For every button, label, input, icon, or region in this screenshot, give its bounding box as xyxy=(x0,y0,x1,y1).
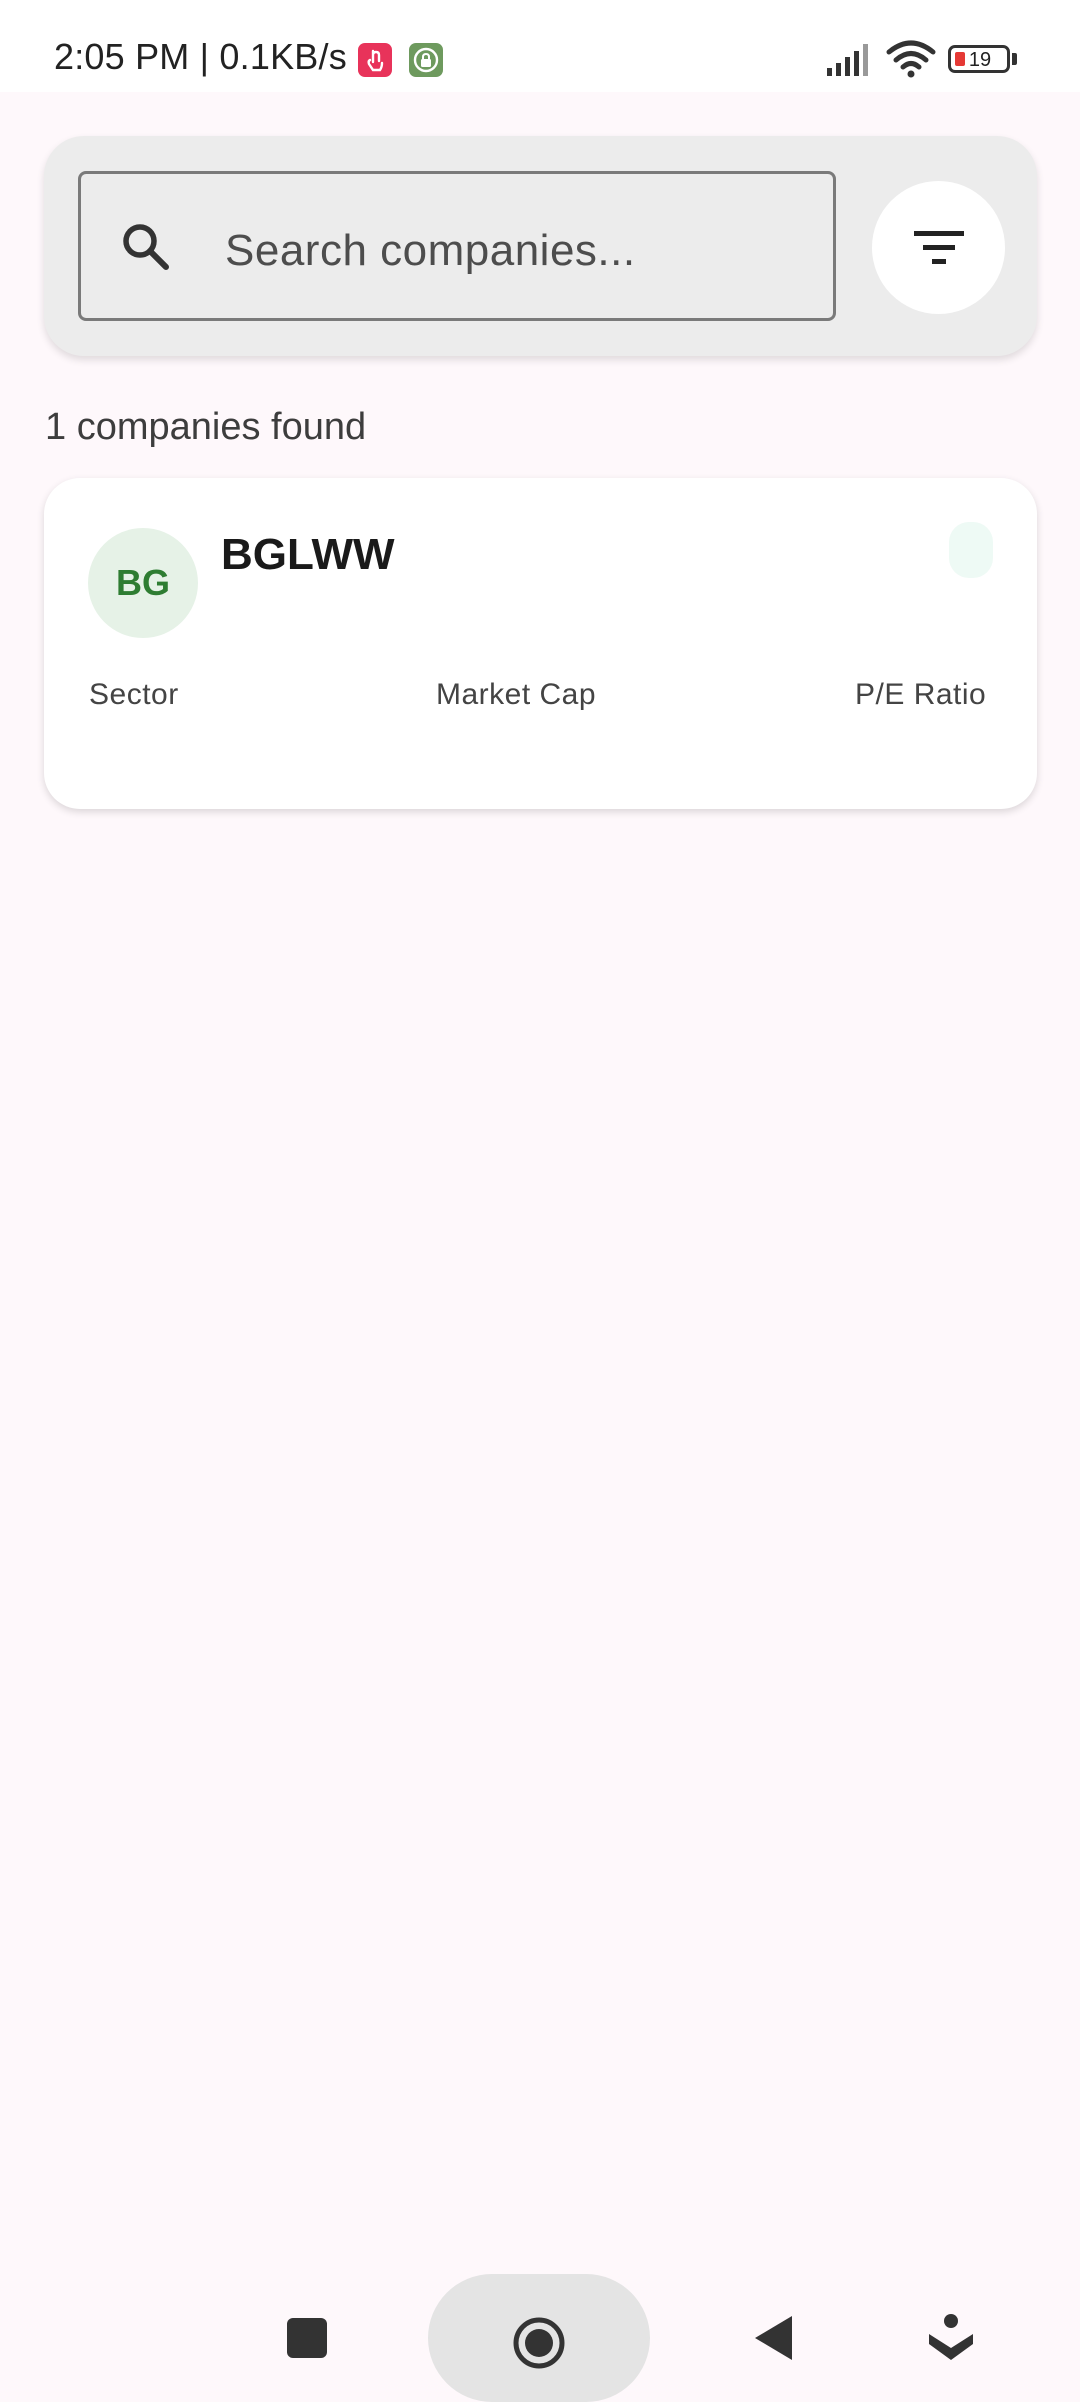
avatar-initials: BG xyxy=(116,562,170,603)
search-icon xyxy=(123,224,169,270)
status-time: 2:05 PM | 0.1KB/s xyxy=(54,36,347,77)
results-count: 1 companies found xyxy=(45,406,367,448)
filter-button[interactable] xyxy=(872,181,1005,314)
change-badge xyxy=(949,522,993,578)
touch-app-icon xyxy=(358,43,392,77)
assistant-icon[interactable] xyxy=(926,2312,976,2362)
home-circle-icon[interactable] xyxy=(512,2316,566,2370)
system-nav-bar xyxy=(0,2260,1080,2402)
back-triangle-icon[interactable] xyxy=(752,2314,796,2362)
search-panel: Search companies... xyxy=(44,136,1037,356)
search-input[interactable]: Search companies... xyxy=(78,171,836,321)
battery-percent: 19 xyxy=(968,49,992,71)
sector-label: Sector xyxy=(89,678,179,711)
search-placeholder: Search companies... xyxy=(225,226,636,275)
status-bar: 2:05 PM | 0.1KB/s 19 xyxy=(0,0,1080,92)
company-avatar: BG xyxy=(88,528,198,638)
signal-icon xyxy=(827,44,868,76)
square-icon[interactable] xyxy=(286,2317,328,2359)
company-card[interactable]: BG BGLWW Sector Market Cap P/E Ratio xyxy=(44,478,1037,809)
filter-icon xyxy=(914,231,964,264)
company-name: BGLWW xyxy=(221,530,395,579)
wifi-icon xyxy=(886,40,936,78)
pe-ratio-label: P/E Ratio xyxy=(855,678,987,711)
lock-app-icon xyxy=(409,43,443,77)
market-cap-label: Market Cap xyxy=(436,678,597,711)
battery-tip xyxy=(1012,53,1017,65)
battery-icon: 19 xyxy=(948,45,1010,73)
